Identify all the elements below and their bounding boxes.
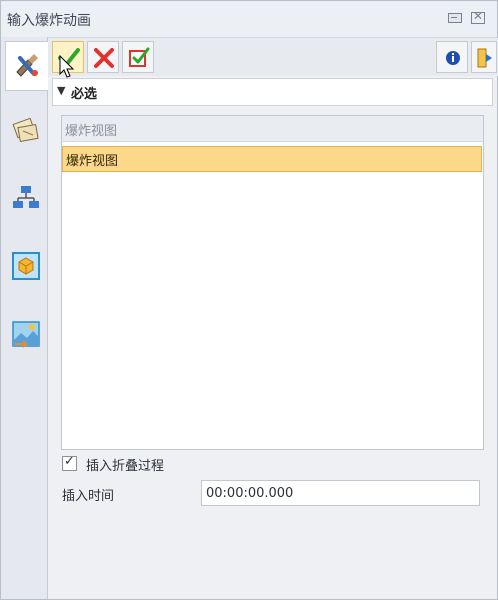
list-item[interactable]: 爆炸视图 xyxy=(62,146,482,172)
info-icon xyxy=(446,51,460,65)
required-section-header[interactable]: ▼ 必选 xyxy=(52,78,493,106)
history-icon xyxy=(12,117,39,143)
list-header: 爆炸视图 xyxy=(62,116,483,142)
explode-view-list[interactable]: 爆炸视图 爆炸视图 xyxy=(61,115,484,450)
apply-button[interactable] xyxy=(122,41,154,73)
insert-time-label: 插入时间 xyxy=(62,489,115,504)
cancel-button[interactable] xyxy=(87,41,119,73)
tab-image[interactable] xyxy=(5,311,45,359)
cube-view-icon xyxy=(12,252,40,280)
info-button[interactable] xyxy=(436,41,468,73)
section-label: 必选 xyxy=(71,87,98,102)
mouse-cursor-icon xyxy=(59,55,75,78)
insert-time-row: 插入时间 xyxy=(62,480,492,506)
close-icon[interactable]: ✕ xyxy=(471,9,487,25)
insert-time-input[interactable] xyxy=(201,480,480,506)
collapse-arrow-icon[interactable]: ▼ xyxy=(57,84,65,97)
side-tabs xyxy=(1,37,48,599)
command-panel: 输入爆炸动画 ✕ ▼ 必选 爆炸视图 爆炸视图 ✓ 插入折叠过程 插入时间 00… xyxy=(0,0,498,600)
panel-titlebar: 输入爆炸动画 ✕ xyxy=(1,1,497,38)
checkmark-icon: ✓ xyxy=(64,454,75,469)
panel-title: 输入爆炸动画 xyxy=(7,13,91,29)
command-toolbar xyxy=(48,38,498,76)
tree-structure-icon xyxy=(13,186,39,208)
insert-fold-checkbox[interactable]: ✓ xyxy=(62,454,77,471)
tools-icon xyxy=(16,54,38,77)
command-content: ▼ 必选 爆炸视图 爆炸视图 ✓ 插入折叠过程 插入时间 xyxy=(52,78,493,595)
insert-fold-option[interactable]: ✓ 插入折叠过程 xyxy=(62,453,362,475)
tab-structure[interactable] xyxy=(5,175,45,223)
tab-command[interactable] xyxy=(5,41,48,91)
x-icon xyxy=(94,48,114,68)
tab-view[interactable] xyxy=(5,243,45,291)
tab-history[interactable] xyxy=(5,107,45,155)
help-icon xyxy=(477,48,492,68)
help-button[interactable] xyxy=(471,41,497,73)
list-item-label: 爆炸视图 xyxy=(66,154,119,169)
minimize-icon[interactable] xyxy=(447,11,463,25)
insert-fold-label: 插入折叠过程 xyxy=(86,459,165,474)
image-export-icon xyxy=(12,321,40,348)
list-header-label: 爆炸视图 xyxy=(65,124,118,139)
apply-check-icon xyxy=(129,47,150,67)
